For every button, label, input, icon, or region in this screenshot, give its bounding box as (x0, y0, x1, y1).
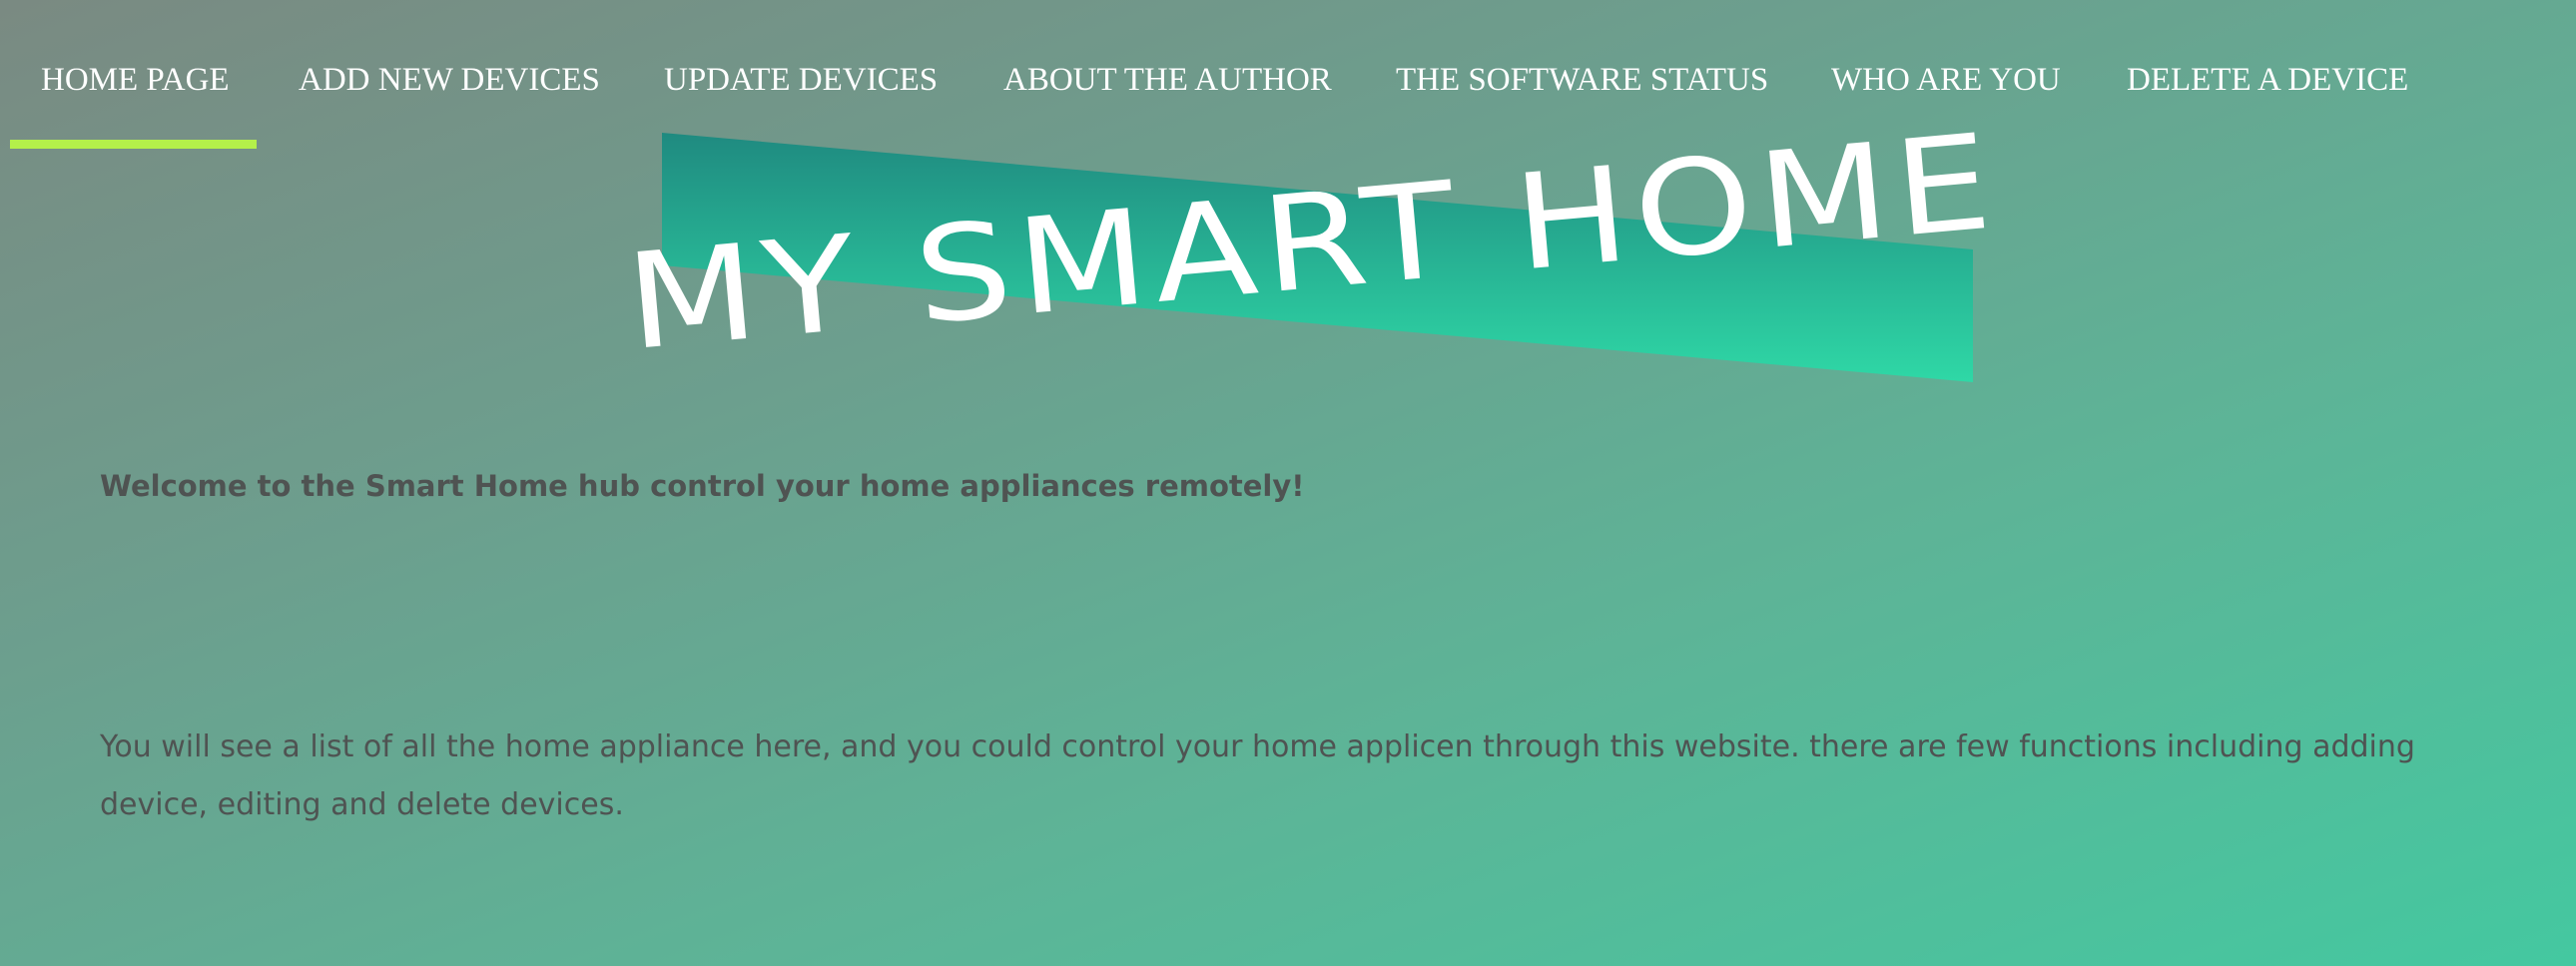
banner: MY SMART HOME (621, 106, 2003, 382)
welcome-heading: Welcome to the Smart Home hub control yo… (100, 469, 1305, 503)
description-text: You will see a list of all the home appl… (100, 729, 2415, 822)
